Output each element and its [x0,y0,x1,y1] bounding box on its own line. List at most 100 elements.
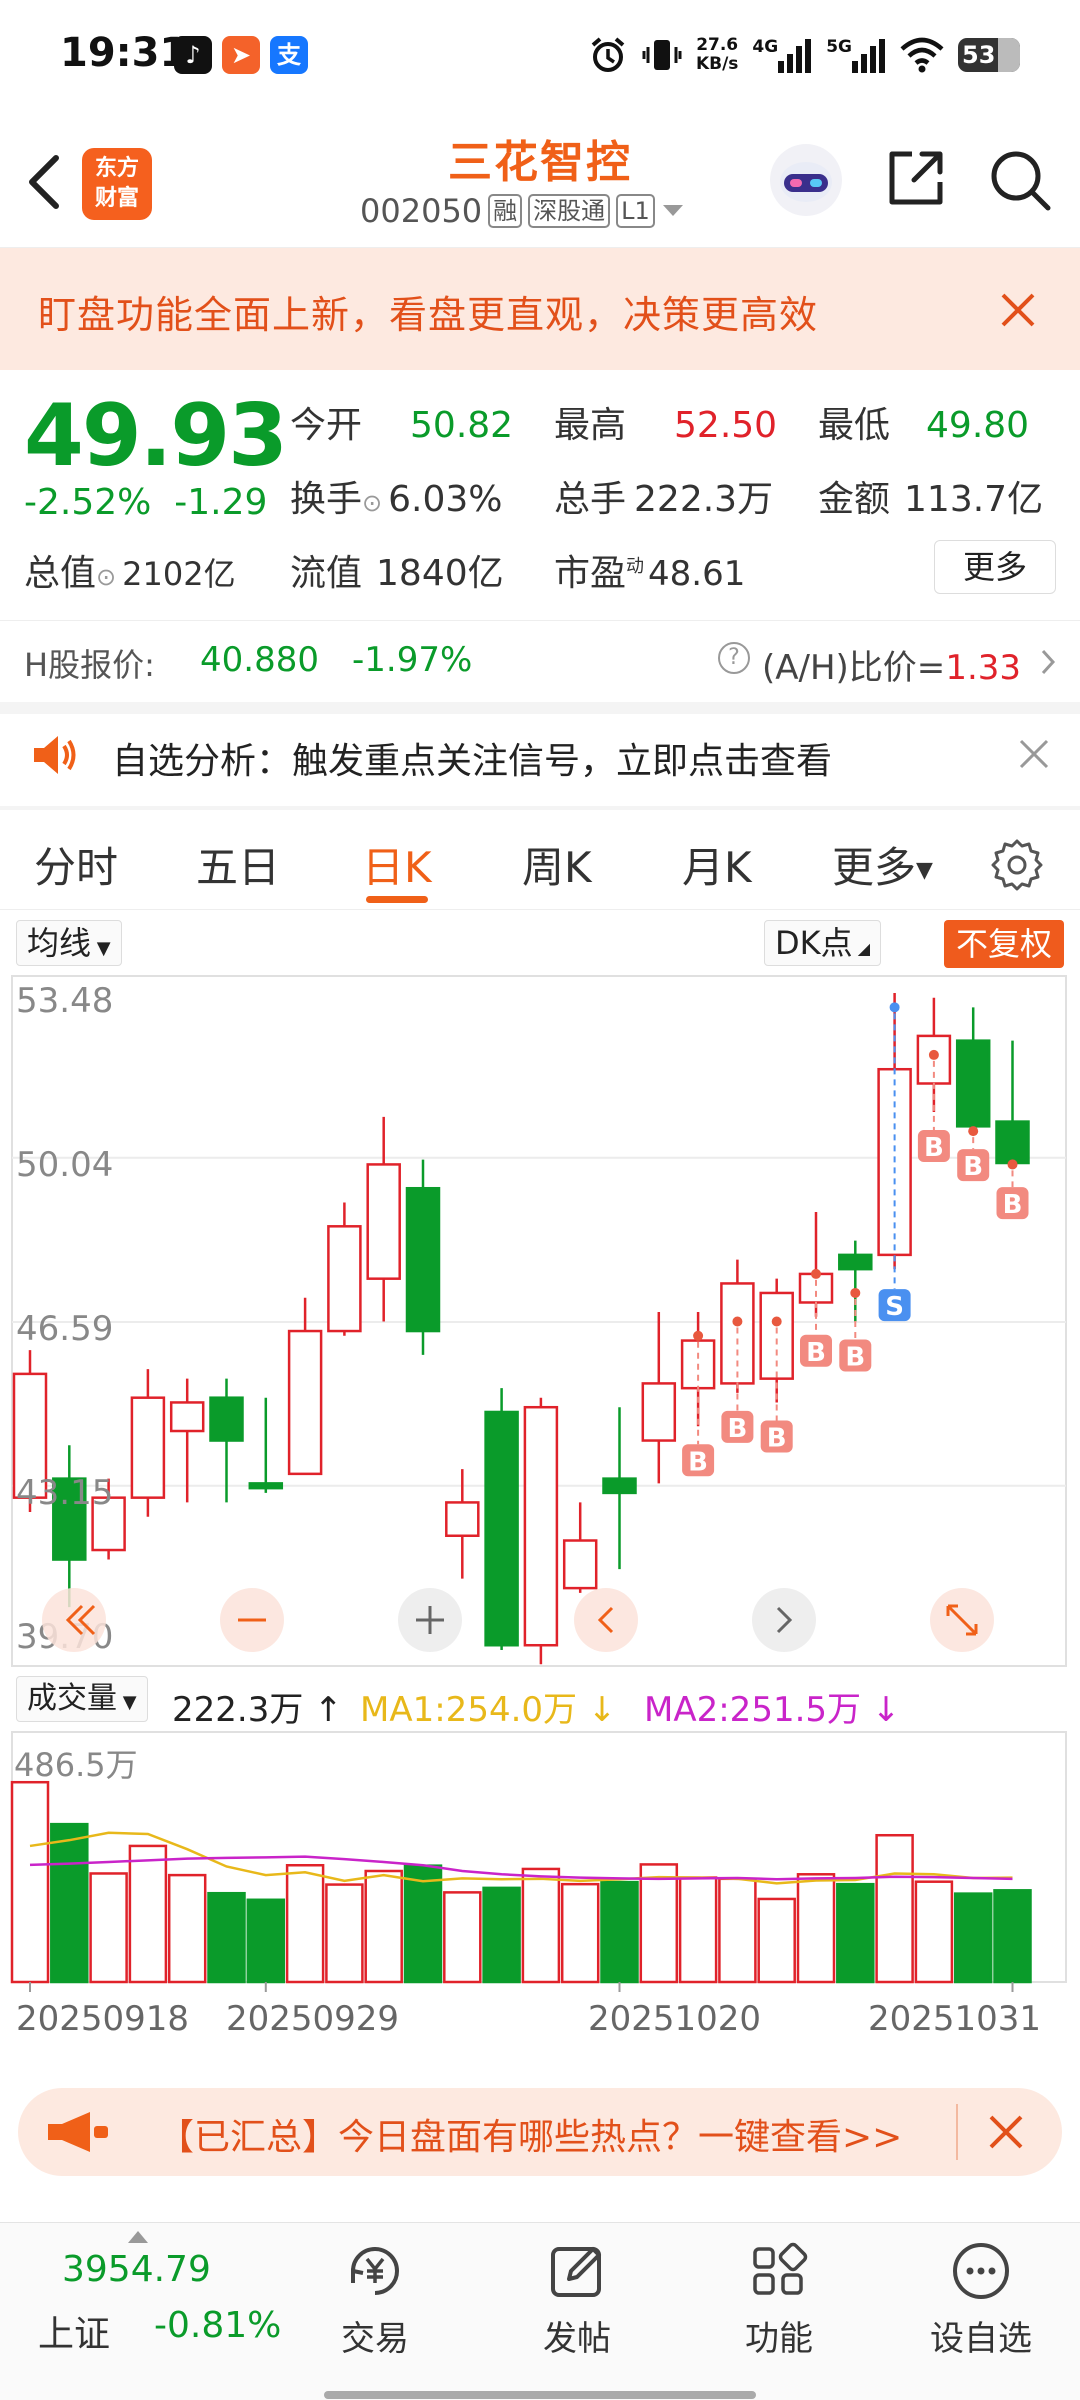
stock-code: 002050 [360,192,483,230]
tab-timeshare[interactable]: 分时 [34,834,118,895]
volume-bar [10,1780,50,1984]
date-label: 20250929 [226,1999,399,2039]
help-icon[interactable]: ? [718,642,750,674]
nav-trade[interactable]: 交易 [310,2239,440,2360]
signal-dot [889,1002,900,1013]
search-icon[interactable] [988,148,1052,212]
candle-body [209,1396,244,1442]
tab-daily-k[interactable]: 日K [362,834,432,895]
signal-label: B [727,1414,747,1444]
info-icon[interactable]: ⊙ [96,563,116,591]
tab-more[interactable]: 更多▼ [832,834,933,895]
volume-bar [50,1822,89,1984]
nav-add-watchlist[interactable]: 设自选 [916,2239,1046,2360]
signal-label: B [806,1338,826,1368]
signal-label: B [924,1133,944,1163]
fullscreen-button[interactable] [930,1588,994,1652]
candle-body [523,1405,559,1647]
kline-chart[interactable]: BBBBBSBBB 53.4850.0446.5943.1539.70 [0,974,1080,1672]
signal-label: B [688,1447,708,1477]
battery-icon: 53 [958,38,1020,72]
volume-ma1: MA1:254.0万 ↓ [360,1690,617,1730]
dk-point-selector[interactable]: DK点 ◢ [764,920,882,966]
volume-bar [403,1864,443,1984]
info-icon[interactable]: ⊙ [362,489,382,517]
date-label: 20250918 [16,1999,189,2039]
signal-dot [928,1049,939,1060]
y-axis-label: 53.48 [16,981,113,1021]
stock-header: 东方 财富 三花智控 002050 融 深股通 L1 [0,112,1080,248]
h-share-label: H股报价: [24,646,155,684]
stock-sub-info[interactable]: 002050 融 深股通 L1 [360,192,685,230]
tab-monthly-k[interactable]: 月K [682,834,752,895]
h-share-row[interactable]: H股报价: 40.880 -1.97% ? (A/H)比价=1.33 [0,622,1080,702]
active-tab-indicator [366,896,428,903]
volume-bar [89,1872,128,1984]
hotspot-promo[interactable]: 【已汇总】今日盘面有哪些热点？一键查看>> [18,2088,1062,2176]
signal-dot [693,1330,704,1341]
close-icon[interactable] [998,290,1038,330]
volume-bar [325,1883,364,1984]
trade-amount: 金额 113.7亿 [818,479,1044,520]
adjust-selector[interactable]: 不复权 [943,920,1064,968]
current-price: 49.93 [24,386,288,486]
scroll-right-button[interactable] [752,1588,816,1652]
candle-body [130,1396,166,1499]
wifi-icon [900,37,944,73]
price-change: -2.52% -1.29 [24,482,268,523]
candle-body [405,1186,441,1333]
feature-banner[interactable]: 盯盘功能全面上新，看盘更直观，决策更高效 [0,248,1080,370]
settings-gear-icon[interactable] [990,838,1044,892]
megaphone-icon [48,2112,108,2152]
volume-bar [482,1886,521,1984]
net-speed: 27.6 KB/s [695,35,739,74]
apps-grid-icon [753,2242,808,2295]
nav-functions[interactable]: 功能 [714,2239,844,2360]
close-icon[interactable] [1018,738,1050,770]
nav-post[interactable]: 发帖 [512,2239,642,2360]
level-tag: L1 [616,194,655,228]
candle-body [838,1253,873,1271]
edit-icon [551,2247,601,2297]
candle-body [602,1477,637,1495]
chevron-right-icon [1041,649,1056,675]
home-indicator[interactable] [324,2391,756,2399]
volume-bar [207,1891,246,1984]
zoom-out-button[interactable] [220,1588,284,1652]
share-icon[interactable] [884,146,948,210]
zoom-in-button[interactable] [398,1588,462,1652]
close-icon[interactable] [988,2114,1024,2150]
candle-body [327,1225,362,1333]
date-label: 20251020 [588,1999,761,2039]
volume-chart[interactable]: 486.5万 20250918 20250929 20251020 20251031 [0,1730,1080,2070]
turnover-rate: 换手⊙ 6.03% [290,479,503,520]
candle-body [445,1501,480,1537]
volume-bar [836,1882,875,1984]
candle-body [562,1539,598,1590]
analysis-notice[interactable]: 自选分析：触发重点关注信号，立即点击查看 [0,706,1080,806]
signal-label: B [963,1152,983,1182]
speaker-icon [34,736,76,774]
more-button[interactable]: 更多 [934,540,1056,594]
candle-body [248,1482,284,1490]
signal-dot [811,1268,821,1279]
volume-bar [914,1880,954,1984]
feishu-icon: ➤ [222,36,260,74]
candle-body [641,1382,677,1442]
chart-tabs: 分时 五日 日K 周K 月K 更多▼ [0,810,1080,910]
signal-dot [732,1316,743,1327]
indicator-selector[interactable]: 成交量 ▼ [16,1676,148,1722]
tab-weekly-k[interactable]: 周K [522,834,592,895]
volume-header: 成交量 ▼ 222.3万 ↑ MA1:254.0万 ↓ MA2:251.5万 ↓ [0,1672,1080,1730]
ai-robot-icon[interactable] [768,142,844,218]
ma-selector[interactable]: 均线 ▼ [16,920,122,966]
margin-tag: 融 [488,194,523,228]
trade-icon [351,2247,399,2295]
y-axis-label: 50.04 [16,1145,113,1185]
date-label: 20251031 [868,1999,1041,2039]
status-time: 19:31 [60,30,188,76]
scroll-left-button[interactable] [574,1588,638,1652]
tab-five-day[interactable]: 五日 [196,834,280,895]
y-axis-label: 46.59 [16,1309,113,1349]
scroll-left-fast-button[interactable] [42,1588,106,1652]
